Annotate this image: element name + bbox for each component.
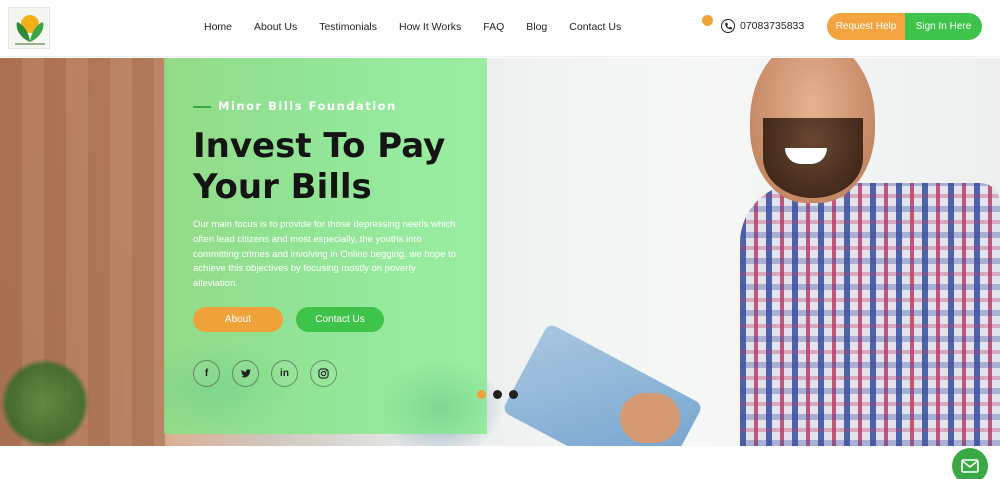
about-button[interactable]: About xyxy=(193,307,283,332)
hero-title: Invest To Pay Your Bills xyxy=(193,126,446,207)
mail-icon xyxy=(961,459,979,473)
nav-home[interactable]: Home xyxy=(204,21,232,33)
status-dot xyxy=(702,15,713,26)
mail-chat-button[interactable] xyxy=(952,448,988,479)
background-plant xyxy=(0,358,90,446)
nav-about-us[interactable]: About Us xyxy=(254,21,297,33)
linkedin-icon[interactable]: in xyxy=(271,360,298,387)
man-shirt-image xyxy=(740,183,1000,446)
sign-in-button[interactable]: Sign In Here xyxy=(905,13,982,40)
hero-description: Our main focus is to provide for those d… xyxy=(193,219,456,290)
kicker-divider xyxy=(193,106,211,108)
contact-us-button[interactable]: Contact Us xyxy=(296,307,384,332)
site-logo[interactable] xyxy=(8,7,50,49)
slider-dot[interactable] xyxy=(493,390,502,399)
request-help-button[interactable]: Request Help xyxy=(827,13,905,40)
nav-testimonials[interactable]: Testimonials xyxy=(319,21,377,33)
slider-dot[interactable] xyxy=(509,390,518,399)
nav-how-it-works[interactable]: How It Works xyxy=(399,21,461,33)
hero-kicker: Minor Bills Foundation xyxy=(218,99,397,113)
social-links: f in xyxy=(193,360,337,387)
nav-blog[interactable]: Blog xyxy=(526,21,547,33)
site-header: Home About Us Testimonials How It Works … xyxy=(0,0,1000,57)
instagram-icon[interactable] xyxy=(310,360,337,387)
main-nav: Home About Us Testimonials How It Works … xyxy=(204,0,643,53)
phone-contact[interactable]: 07083735833 xyxy=(721,19,804,33)
nav-faq[interactable]: FAQ xyxy=(483,21,504,33)
slider-dot[interactable] xyxy=(477,390,486,399)
hero-section: Minor Bills Foundation Invest To Pay You… xyxy=(0,58,1000,446)
phone-number: 07083735833 xyxy=(740,20,805,32)
twitter-icon[interactable] xyxy=(232,360,259,387)
nav-contact-us[interactable]: Contact Us xyxy=(569,21,621,33)
phone-icon xyxy=(721,19,735,33)
hand-image xyxy=(620,393,680,443)
facebook-icon[interactable]: f xyxy=(193,360,220,387)
slider-dots xyxy=(477,390,518,399)
